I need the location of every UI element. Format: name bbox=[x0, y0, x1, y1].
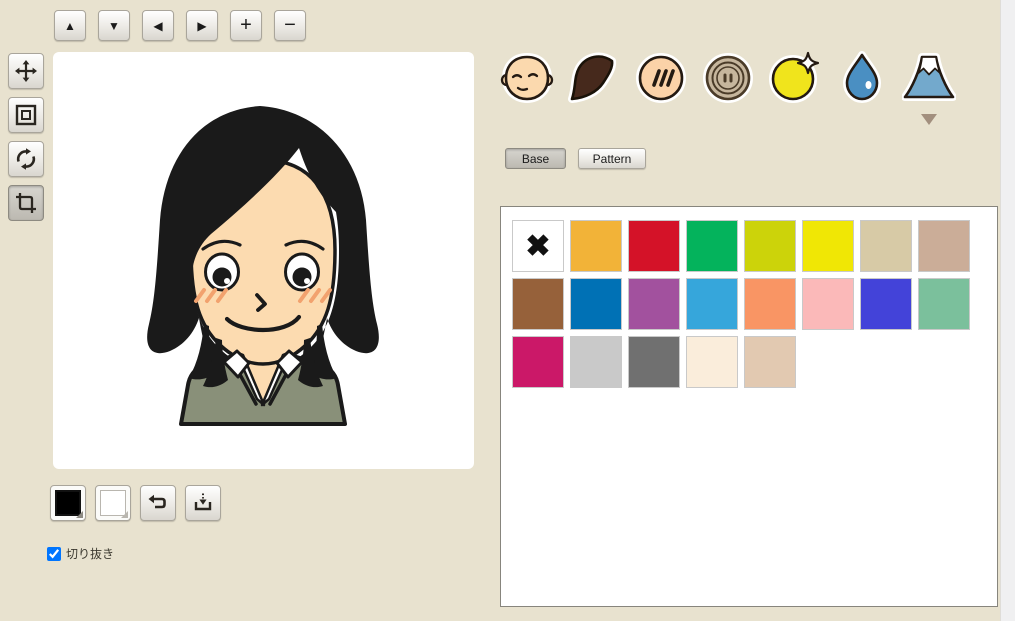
scale-icon bbox=[14, 103, 38, 127]
down-arrow-icon: ▼ bbox=[108, 19, 120, 33]
drawing-canvas[interactable] bbox=[53, 52, 474, 469]
swatch[interactable] bbox=[512, 278, 564, 330]
category-toolbar bbox=[500, 50, 956, 106]
plus-icon: + bbox=[240, 15, 252, 35]
category-hair[interactable] bbox=[567, 50, 621, 106]
tab-pattern[interactable]: Pattern bbox=[578, 148, 646, 169]
mountain-icon bbox=[902, 50, 956, 106]
face-icon bbox=[500, 50, 554, 106]
pan-left-button[interactable]: ◀ bbox=[142, 10, 174, 41]
tab-base[interactable]: Base bbox=[505, 148, 566, 169]
pan-down-button[interactable]: ▼ bbox=[98, 10, 130, 41]
swatch[interactable] bbox=[918, 278, 970, 330]
right-arrow-icon: ▶ bbox=[197, 19, 206, 33]
category-face[interactable] bbox=[500, 50, 554, 106]
up-arrow-icon: ▲ bbox=[64, 19, 76, 33]
import-button[interactable] bbox=[185, 485, 221, 521]
swatch[interactable] bbox=[686, 278, 738, 330]
crop-option-row: 切り抜き bbox=[47, 545, 114, 562]
swatch[interactable] bbox=[686, 336, 738, 388]
palette-mode-tabs: Base Pattern bbox=[505, 148, 646, 169]
swatch[interactable] bbox=[570, 220, 622, 272]
swatch[interactable] bbox=[744, 278, 796, 330]
swatch-none[interactable]: ✖ bbox=[512, 220, 564, 272]
swatch[interactable] bbox=[628, 336, 680, 388]
crop-checkbox-label: 切り抜き bbox=[66, 545, 114, 562]
dropdown-triangle-icon bbox=[76, 511, 83, 518]
color-palette-panel: ✖ bbox=[500, 206, 998, 607]
stroke-color-button[interactable] bbox=[50, 485, 86, 521]
swatch[interactable] bbox=[860, 220, 912, 272]
crop-checkbox[interactable] bbox=[47, 547, 61, 561]
button-icon bbox=[701, 50, 755, 106]
pan-right-button[interactable]: ▶ bbox=[186, 10, 218, 41]
avatar-illustration bbox=[53, 52, 474, 469]
hair-icon bbox=[567, 50, 621, 106]
undo-button[interactable] bbox=[140, 485, 176, 521]
left-toolbar bbox=[8, 53, 44, 221]
swatch[interactable] bbox=[512, 336, 564, 388]
left-arrow-icon: ◀ bbox=[153, 19, 162, 33]
swatch[interactable] bbox=[802, 220, 854, 272]
category-button[interactable] bbox=[701, 50, 755, 106]
water-drop-icon bbox=[835, 50, 889, 106]
import-icon bbox=[191, 491, 215, 515]
gloss-icon bbox=[768, 50, 822, 106]
scale-tool-button[interactable] bbox=[8, 97, 44, 133]
category-skin[interactable] bbox=[634, 50, 688, 106]
bottom-toolbar bbox=[50, 485, 221, 521]
rotate-icon bbox=[14, 147, 38, 171]
zoom-out-button[interactable]: − bbox=[274, 10, 306, 41]
move-icon bbox=[14, 59, 38, 83]
rotate-tool-button[interactable] bbox=[8, 141, 44, 177]
swatch[interactable] bbox=[686, 220, 738, 272]
swatch[interactable] bbox=[860, 278, 912, 330]
crop-tool-button[interactable] bbox=[8, 185, 44, 221]
undo-icon bbox=[146, 491, 170, 515]
selected-category-indicator bbox=[921, 114, 937, 125]
swatch[interactable] bbox=[570, 278, 622, 330]
swatch[interactable] bbox=[802, 278, 854, 330]
fill-color-button[interactable] bbox=[95, 485, 131, 521]
pan-up-button[interactable]: ▲ bbox=[54, 10, 86, 41]
palette-grid: ✖ bbox=[501, 207, 997, 606]
swatch[interactable] bbox=[744, 336, 796, 388]
top-toolbar: ▲ ▼ ◀ ▶ + − bbox=[54, 10, 306, 41]
move-tool-button[interactable] bbox=[8, 53, 44, 89]
dropdown-triangle-icon bbox=[121, 511, 128, 518]
scrollbar-track[interactable] bbox=[1000, 0, 1015, 621]
swatch[interactable] bbox=[628, 220, 680, 272]
crop-icon bbox=[14, 191, 38, 215]
swatch[interactable] bbox=[744, 220, 796, 272]
skin-icon bbox=[634, 50, 688, 106]
swatch[interactable] bbox=[918, 220, 970, 272]
category-water[interactable] bbox=[835, 50, 889, 106]
minus-icon: − bbox=[284, 15, 296, 35]
zoom-in-button[interactable]: + bbox=[230, 10, 262, 41]
swatch[interactable] bbox=[628, 278, 680, 330]
category-mountain[interactable] bbox=[902, 50, 956, 106]
category-gloss[interactable] bbox=[768, 50, 822, 106]
swatch[interactable] bbox=[570, 336, 622, 388]
